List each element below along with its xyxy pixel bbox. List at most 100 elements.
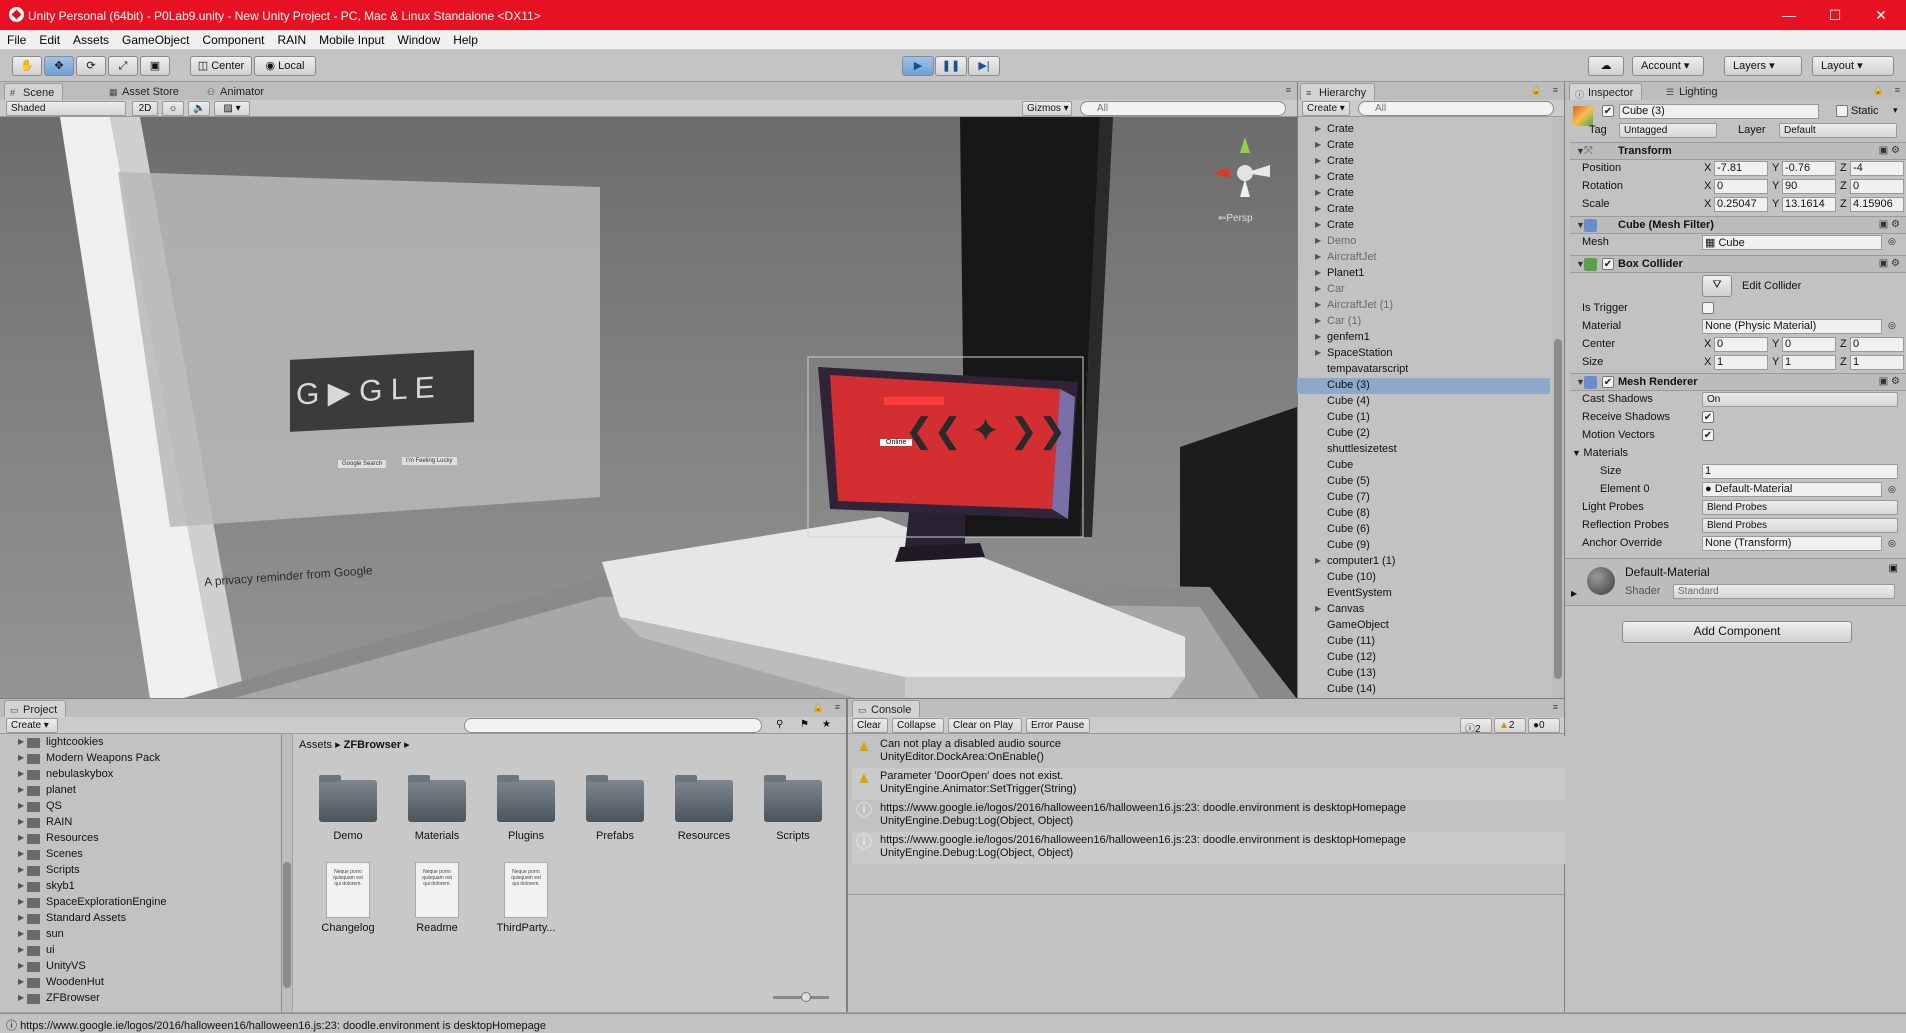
hierarchy-item[interactable]: ▶ SpaceStation bbox=[1315, 347, 1392, 363]
favorites-icon[interactable]: ★ bbox=[822, 719, 831, 730]
lock-icon[interactable]: 🔒 bbox=[1873, 85, 1884, 96]
console-info-filter[interactable]: ⓘ2 bbox=[1460, 718, 1492, 733]
hierarchy-item[interactable]: Cube (9) bbox=[1327, 539, 1370, 555]
expand-arrow-icon[interactable]: ▶ bbox=[18, 849, 24, 858]
shader-dropdown[interactable]: Standard bbox=[1673, 584, 1895, 599]
layer-dropdown[interactable]: Default bbox=[1779, 123, 1897, 138]
menu-help[interactable]: Help bbox=[446, 30, 484, 47]
tab-inspector[interactable]: ⓘ Inspector bbox=[1569, 83, 1643, 101]
hierarchy-item[interactable]: EventSystem bbox=[1327, 587, 1392, 603]
tab-console[interactable]: ▭ Console bbox=[852, 700, 921, 718]
materials-size-field[interactable]: 1 bbox=[1702, 464, 1898, 479]
lighting-toggle[interactable]: ☼ bbox=[162, 101, 184, 116]
hierarchy-item[interactable]: GameObject bbox=[1327, 619, 1389, 635]
component-settings-icon[interactable]: ▣ ⚙ bbox=[1879, 376, 1900, 387]
pause-button[interactable]: ❚❚ bbox=[935, 56, 967, 76]
console-warning-filter[interactable]: ▲2 bbox=[1494, 718, 1526, 733]
hierarchy-item[interactable]: ▶ Crate bbox=[1315, 203, 1354, 219]
close-button[interactable]: ✕ bbox=[1858, 0, 1904, 30]
expand-arrow-icon[interactable]: ▶ bbox=[18, 833, 24, 842]
hierarchy-item[interactable]: shuttlesizetest bbox=[1327, 443, 1397, 459]
menu-mobile-input[interactable]: Mobile Input bbox=[312, 30, 390, 47]
asset-folder[interactable]: Prefabs bbox=[577, 775, 653, 842]
expand-arrow-icon[interactable]: ▶ bbox=[18, 881, 24, 890]
hierarchy-item[interactable]: ▶ Demo bbox=[1315, 235, 1356, 251]
hierarchy-item[interactable]: ▶ Canvas bbox=[1315, 603, 1364, 619]
console-entry[interactable]: ⓘ https://www.google.ie/logos/2016/hallow… bbox=[852, 800, 1565, 832]
hierarchy-item[interactable]: ▶ Crate bbox=[1315, 219, 1354, 235]
expand-arrow-icon[interactable]: ▶ bbox=[18, 737, 24, 746]
account-dropdown[interactable]: Account ▾ bbox=[1632, 56, 1704, 76]
filter-type-icon[interactable]: ⚲ bbox=[776, 719, 783, 730]
expand-arrow-icon[interactable]: ▶ bbox=[1315, 236, 1321, 245]
shading-mode-dropdown[interactable]: Shaded bbox=[6, 101, 126, 116]
box-collider-enabled-checkbox[interactable]: ✔ bbox=[1602, 258, 1614, 270]
edit-collider-button[interactable]: ⛛ bbox=[1702, 275, 1732, 297]
hierarchy-item[interactable]: tempavatarscript bbox=[1327, 363, 1408, 379]
menu-edit[interactable]: Edit bbox=[32, 30, 66, 47]
mesh-renderer-header[interactable]: ▼ ✔ Mesh Renderer ▣ ⚙ bbox=[1570, 373, 1906, 391]
hierarchy-item[interactable]: Cube (8) bbox=[1327, 507, 1370, 523]
hierarchy-item[interactable]: ▶ Crate bbox=[1315, 187, 1354, 203]
menu-component[interactable]: Component bbox=[195, 30, 270, 47]
position-z-field[interactable]: -4 bbox=[1850, 161, 1904, 176]
hierarchy-item[interactable]: ▶ Car bbox=[1315, 283, 1345, 299]
console-entry[interactable]: ⓘ https://www.google.ie/logos/2016/hallow… bbox=[852, 832, 1565, 864]
scene-viewport[interactable]: ❮❮ ✦ ❯❯ A privacy reminder from Google G… bbox=[0, 117, 1297, 699]
tab-hierarchy[interactable]: ≡ Hierarchy bbox=[1300, 83, 1376, 101]
play-button[interactable]: ▶ bbox=[902, 56, 934, 76]
is-trigger-checkbox[interactable] bbox=[1702, 302, 1714, 314]
project-create-dropdown[interactable]: Create ▾ bbox=[6, 718, 58, 733]
hierarchy-item[interactable]: Cube (1) bbox=[1327, 411, 1370, 427]
component-settings-icon[interactable]: ▣ ⚙ bbox=[1879, 219, 1900, 230]
hierarchy-item[interactable]: ▶ Crate bbox=[1315, 155, 1354, 171]
audio-toggle[interactable]: 🔈 bbox=[188, 101, 210, 116]
hierarchy-create-dropdown[interactable]: Create ▾ bbox=[1302, 101, 1350, 116]
motion-vectors-checkbox[interactable]: ✔ bbox=[1702, 429, 1714, 441]
size-y-field[interactable]: 1 bbox=[1782, 355, 1836, 370]
expand-arrow-icon[interactable]: ▶ bbox=[18, 785, 24, 794]
persp-label[interactable]: ⇐Persp bbox=[1218, 213, 1253, 224]
object-picker-icon[interactable]: ◎ bbox=[1888, 484, 1896, 495]
hierarchy-item[interactable]: Cube (3) bbox=[1327, 379, 1370, 395]
menu-gameobject[interactable]: GameObject bbox=[115, 30, 195, 47]
menu-assets[interactable]: Assets bbox=[66, 30, 115, 47]
hierarchy-item[interactable]: ▶ Crate bbox=[1315, 171, 1354, 187]
hand-tool-button[interactable]: ✋ bbox=[12, 56, 42, 76]
console-divider[interactable] bbox=[848, 894, 1564, 895]
project-tree-scroll-thumb[interactable] bbox=[283, 862, 291, 988]
expand-arrow-icon[interactable]: ▶ bbox=[1315, 284, 1321, 293]
position-y-field[interactable]: -0.76 bbox=[1782, 161, 1836, 176]
add-component-button[interactable]: Add Component bbox=[1622, 621, 1852, 643]
panel-menu-icon[interactable]: ≡ bbox=[1553, 85, 1558, 95]
asset-folder[interactable]: Plugins bbox=[488, 775, 564, 842]
hierarchy-scroll-thumb[interactable] bbox=[1554, 339, 1562, 679]
hierarchy-item[interactable]: Cube bbox=[1327, 459, 1353, 475]
filter-label-icon[interactable]: ⚑ bbox=[800, 719, 809, 730]
menu-file[interactable]: File bbox=[0, 30, 32, 47]
transform-header[interactable]: ▼ ⤧ Transform ▣ ⚙ bbox=[1570, 142, 1906, 160]
hierarchy-item[interactable]: Cube (11) bbox=[1327, 635, 1375, 651]
center-z-field[interactable]: 0 bbox=[1850, 337, 1904, 352]
console-clear-button[interactable]: Clear bbox=[852, 718, 888, 733]
expand-arrow-icon[interactable]: ▶ bbox=[18, 801, 24, 810]
menu-window[interactable]: Window bbox=[391, 30, 447, 47]
mesh-renderer-enabled-checkbox[interactable]: ✔ bbox=[1602, 376, 1614, 388]
scale-x-field[interactable]: 0.25047 bbox=[1714, 197, 1768, 212]
layers-dropdown[interactable]: Layers ▾ bbox=[1724, 56, 1802, 76]
reflection-probes-dropdown[interactable]: Blend Probes bbox=[1702, 518, 1898, 533]
move-tool-button[interactable]: ✥ bbox=[44, 56, 74, 76]
tab-scene[interactable]: # Scene bbox=[4, 83, 64, 101]
lock-icon[interactable]: 🔒 bbox=[813, 702, 824, 713]
expand-arrow-icon[interactable]: ▶ bbox=[1315, 556, 1321, 565]
expand-arrow-icon[interactable]: ▶ bbox=[1315, 124, 1321, 133]
expand-arrow-icon[interactable]: ▶ bbox=[18, 929, 24, 938]
rotation-x-field[interactable]: 0 bbox=[1714, 179, 1768, 194]
object-picker-icon[interactable]: ◎ bbox=[1888, 236, 1896, 247]
collider-material-field[interactable]: None (Physic Material) bbox=[1702, 319, 1882, 334]
expand-arrow-icon[interactable]: ▶ bbox=[1315, 604, 1321, 613]
toggle-2d-button[interactable]: 2D bbox=[132, 101, 158, 116]
rotate-tool-button[interactable]: ⟳ bbox=[76, 56, 106, 76]
center-y-field[interactable]: 0 bbox=[1782, 337, 1836, 352]
project-search-input[interactable] bbox=[464, 718, 762, 733]
